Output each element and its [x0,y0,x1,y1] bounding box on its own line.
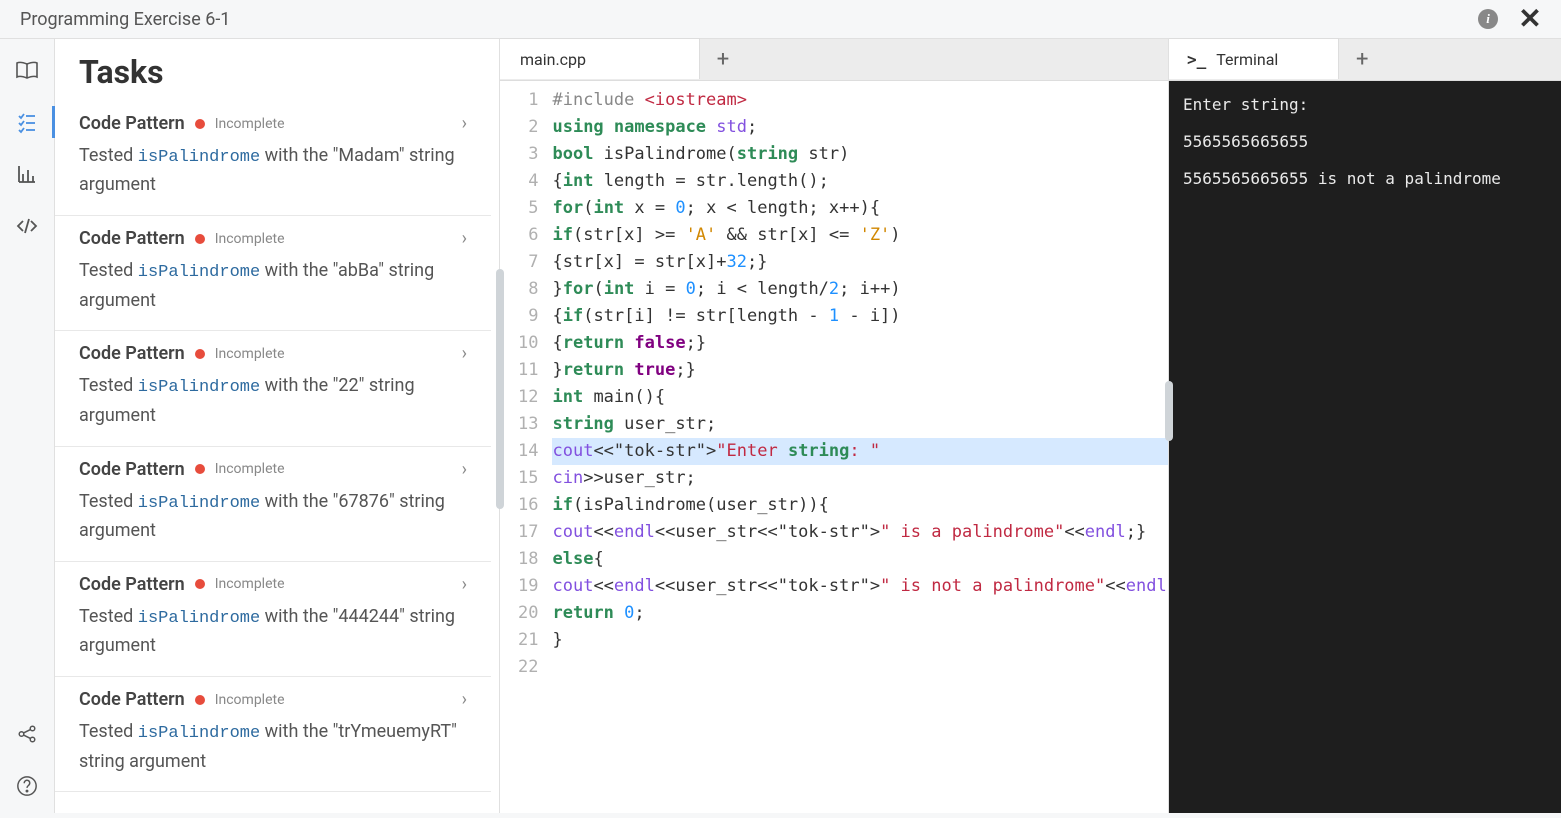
terminal-icon: >_ [1187,50,1206,69]
code-ident: isPalindrome [138,148,260,167]
task-description: Tested isPalindrome with the "444244" st… [79,603,467,660]
plus-icon: + [717,47,729,72]
task-status: Incomplete [215,116,452,132]
status-dot-icon [195,579,205,589]
terminal-panel: >_ Terminal + Enter string: 5565565665655… [1168,39,1561,813]
task-card[interactable]: Code Pattern Incomplete › Tested isPalindro… [55,677,491,792]
task-card[interactable]: Code Pattern Incomplete › Tested isPalindro… [55,331,491,446]
task-description: Tested isPalindrome with the "67876" str… [79,488,467,545]
task-title: Code Pattern [79,228,185,249]
chevron-right-icon: › [462,574,467,595]
panel-resize-handle[interactable] [496,269,504,509]
rail-share-icon[interactable] [14,721,40,747]
task-description: Tested isPalindrome with the "Madam" str… [79,142,467,199]
task-title: Code Pattern [79,689,185,710]
code-editor[interactable]: 1 2 3 4 5 6 7 8 9 10 11 12 13 14 15 16 1… [500,81,1168,813]
tasks-panel: Tasks Code Pattern Incomplete › Tested isPa… [55,39,500,813]
chevron-right-icon: › [462,343,467,364]
task-status: Incomplete [215,576,452,592]
task-card[interactable]: Code Pattern Incomplete › Tested isPalindro… [55,101,491,216]
title-bar-actions: i ✕ [1477,8,1541,30]
task-description: Tested isPalindrome with the "22" string… [79,372,467,429]
editor-tab-add[interactable]: + [700,39,746,80]
task-card-header: Code Pattern Incomplete › [79,459,467,480]
code-ident: isPalindrome [138,609,260,628]
close-icon: ✕ [1518,5,1541,33]
chevron-right-icon: › [462,689,467,710]
info-button[interactable]: i [1477,8,1499,30]
line-gutter: 1 2 3 4 5 6 7 8 9 10 11 12 13 14 15 16 1… [500,81,548,813]
task-status: Incomplete [215,692,452,708]
status-dot-icon [195,234,205,244]
rail-chart-icon[interactable] [14,161,40,187]
terminal-tab-label: Terminal [1216,50,1278,69]
status-dot-icon [195,464,205,474]
task-card-header: Code Pattern Incomplete › [79,343,467,364]
task-card[interactable]: Code Pattern Incomplete › Tested isPalindro… [55,216,491,331]
terminal-line: 5565565665655 [1183,132,1547,153]
editor-tab-label: main.cpp [520,50,586,69]
chevron-right-icon: › [462,113,467,134]
chevron-right-icon: › [462,228,467,249]
task-status: Incomplete [215,346,452,362]
terminal-line: Enter string: [1183,95,1547,116]
task-description: Tested isPalindrome with the "abBa" stri… [79,257,467,314]
task-title: Code Pattern [79,343,185,364]
code-content[interactable]: #include <iostream> using namespace std;… [548,81,1168,813]
tasks-list[interactable]: Code Pattern Incomplete › Tested isPalindro… [55,101,499,813]
close-button[interactable]: ✕ [1519,8,1541,30]
main-layout: Tasks Code Pattern Incomplete › Tested isPa… [0,39,1561,813]
code-ident: isPalindrome [138,263,260,282]
task-description: Tested isPalindrome with the "trYmeuemyR… [79,718,467,775]
task-title: Code Pattern [79,574,185,595]
code-ident: isPalindrome [138,494,260,513]
task-card-header: Code Pattern Incomplete › [79,228,467,249]
editor-tab-main[interactable]: main.cpp [500,38,700,79]
tasks-heading: Tasks [55,39,499,101]
task-card[interactable]: Code Pattern Incomplete › Tested isPalindro… [55,447,491,562]
terminal-resize-handle[interactable] [1165,381,1173,441]
chevron-right-icon: › [462,459,467,480]
left-rail [0,39,55,813]
code-ident: isPalindrome [138,378,260,397]
title-bar: Programming Exercise 6-1 i ✕ [0,0,1561,39]
task-status: Incomplete [215,231,452,247]
status-dot-icon [195,349,205,359]
terminal-line: 5565565665655 is not a palindrome [1183,169,1547,190]
status-dot-icon [195,695,205,705]
editor-tab-bar: main.cpp + [500,39,1168,81]
plus-icon: + [1356,47,1368,72]
terminal-tab-add[interactable]: + [1339,39,1385,80]
task-card[interactable]: Code Pattern Incomplete › Tested isPalindro… [55,562,491,677]
task-title: Code Pattern [79,113,185,134]
rail-help-icon[interactable] [14,773,40,799]
code-ident: isPalindrome [138,724,260,743]
editor-panel: main.cpp + 1 2 3 4 5 6 7 8 9 10 11 12 13… [500,39,1168,813]
rail-code-icon[interactable] [14,213,40,239]
terminal-output[interactable]: Enter string: 5565565665655 5565565665655 … [1169,81,1561,813]
task-status: Incomplete [215,461,452,477]
info-icon: i [1478,9,1498,29]
task-card-header: Code Pattern Incomplete › [79,574,467,595]
page-title: Programming Exercise 6-1 [20,9,230,30]
task-title: Code Pattern [79,459,185,480]
rail-book-icon[interactable] [14,57,40,83]
task-card-header: Code Pattern Incomplete › [79,689,467,710]
rail-tasks-icon[interactable] [14,109,40,135]
task-card-header: Code Pattern Incomplete › [79,113,467,134]
status-dot-icon [195,119,205,129]
terminal-tab-bar: >_ Terminal + [1169,39,1561,81]
terminal-tab[interactable]: >_ Terminal [1169,38,1339,79]
